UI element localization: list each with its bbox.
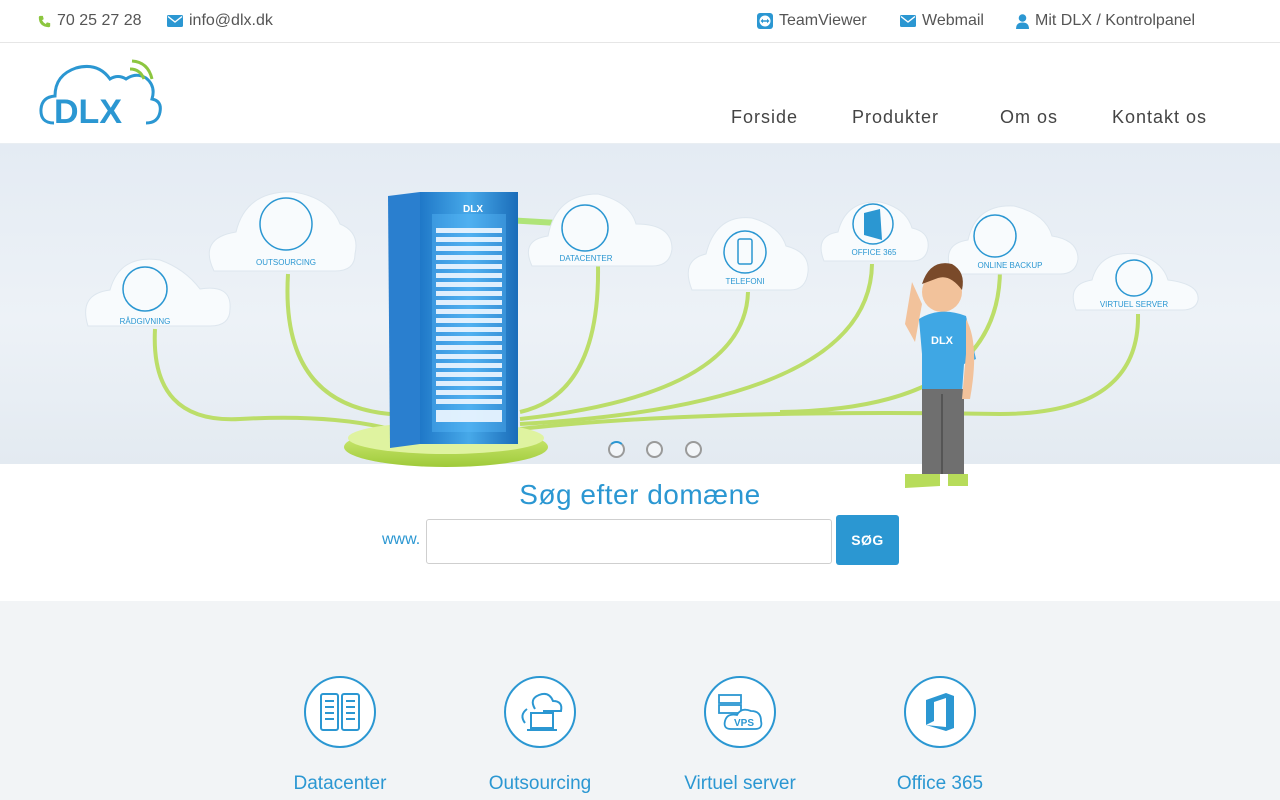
phone-link[interactable]: 70 25 27 28 bbox=[38, 12, 142, 30]
user-icon bbox=[1016, 13, 1029, 29]
cloud-label: OFFICE 365 bbox=[852, 248, 897, 257]
envelope-icon bbox=[900, 15, 916, 27]
account-label: Mit DLX / Kontrolpanel bbox=[1035, 12, 1196, 29]
nav-om-os[interactable]: Om os bbox=[1000, 107, 1058, 128]
cloud-label: VIRTUEL SERVER bbox=[1100, 300, 1169, 309]
cloud-radgivning: RÅDGIVNING bbox=[85, 258, 231, 327]
mascot-figure: DLX bbox=[905, 263, 976, 488]
cloud-label: OUTSOURCING bbox=[256, 258, 316, 267]
cloud-label: TELEFONI bbox=[725, 277, 764, 286]
domain-search-button[interactable]: SØG bbox=[836, 515, 899, 565]
cloud-virtuel-server: VIRTUEL SERVER bbox=[1072, 253, 1199, 311]
cloud-label: RÅDGIVNING bbox=[120, 317, 171, 326]
service-outsourcing[interactable]: Outsourcing bbox=[440, 676, 640, 795]
slider-dot-3[interactable] bbox=[685, 441, 702, 458]
cloud-online-backup: ONLINE BACKUP bbox=[948, 205, 1079, 275]
cloud-label: DATACENTER bbox=[559, 254, 612, 263]
cloud-outsourcing: OUTSOURCING bbox=[208, 191, 357, 272]
service-label: Outsourcing bbox=[488, 773, 592, 794]
service-label: Virtuel server bbox=[684, 773, 796, 794]
envelope-icon bbox=[167, 15, 183, 27]
office-365-icon bbox=[926, 693, 954, 731]
hero-slider: RÅDGIVNING OUTSOURCING DATACENTER TELEFO… bbox=[0, 144, 1280, 488]
teamviewer-link[interactable]: TeamViewer bbox=[757, 12, 867, 30]
email-link[interactable]: info@dlx.dk bbox=[167, 12, 273, 30]
service-icon-ring bbox=[904, 676, 976, 748]
phone-number: 70 25 27 28 bbox=[57, 12, 142, 29]
teamviewer-icon bbox=[757, 13, 773, 29]
account-link[interactable]: Mit DLX / Kontrolpanel bbox=[1016, 12, 1195, 30]
server-rack-icon bbox=[320, 693, 360, 731]
nav-produkter[interactable]: Produkter bbox=[852, 107, 939, 128]
service-label: Datacenter bbox=[293, 773, 387, 794]
service-icon-ring bbox=[304, 676, 376, 748]
logo-text: DLX bbox=[54, 93, 122, 129]
hero-illustration: RÅDGIVNING OUTSOURCING DATACENTER TELEFO… bbox=[85, 191, 1199, 488]
service-office365[interactable]: Office 365 bbox=[840, 676, 1040, 795]
webmail-label: Webmail bbox=[922, 12, 984, 29]
dlx-logo[interactable]: DLX bbox=[38, 59, 164, 131]
cloud-office365: OFFICE 365 bbox=[820, 201, 929, 262]
domain-search-title: Søg efter domæne bbox=[519, 479, 761, 510]
service-icon-ring: VPS bbox=[704, 676, 776, 748]
top-bar: 70 25 27 28 info@dlx.dk TeamViewer Webma… bbox=[0, 0, 1280, 43]
slider-dot-1[interactable] bbox=[608, 441, 625, 458]
services-section: Datacenter Outsourcing VPS Virtuel serve… bbox=[0, 601, 1280, 800]
cloud-label: ONLINE BACKUP bbox=[978, 261, 1043, 270]
nav-forside[interactable]: Forside bbox=[731, 107, 798, 128]
cloud-telefoni: TELEFONI bbox=[687, 217, 809, 291]
site-header: DLX Forside Produkter Om os Kontakt os bbox=[0, 43, 1280, 144]
teamviewer-label: TeamViewer bbox=[779, 12, 867, 29]
mascot-shirt-text: DLX bbox=[931, 335, 954, 347]
domain-prefix: www. bbox=[382, 531, 421, 548]
webmail-link[interactable]: Webmail bbox=[900, 12, 984, 30]
nav-kontakt-os[interactable]: Kontakt os bbox=[1112, 107, 1207, 128]
domain-search-input[interactable] bbox=[426, 519, 832, 564]
cloud-datacenter: DATACENTER bbox=[528, 193, 673, 267]
cloud-laptop-icon bbox=[521, 692, 563, 731]
rack-logo-text: DLX bbox=[463, 204, 483, 215]
service-label: Office 365 bbox=[896, 773, 984, 794]
svg-text:VPS: VPS bbox=[734, 718, 754, 729]
service-icon-ring bbox=[504, 676, 576, 748]
slider-dot-2[interactable] bbox=[646, 441, 663, 458]
service-virtuel-server[interactable]: VPS Virtuel server bbox=[640, 676, 840, 795]
vps-cloud-icon: VPS bbox=[718, 694, 763, 730]
service-datacenter[interactable]: Datacenter bbox=[240, 676, 440, 795]
phone-icon bbox=[38, 15, 51, 27]
email-address: info@dlx.dk bbox=[189, 12, 273, 29]
